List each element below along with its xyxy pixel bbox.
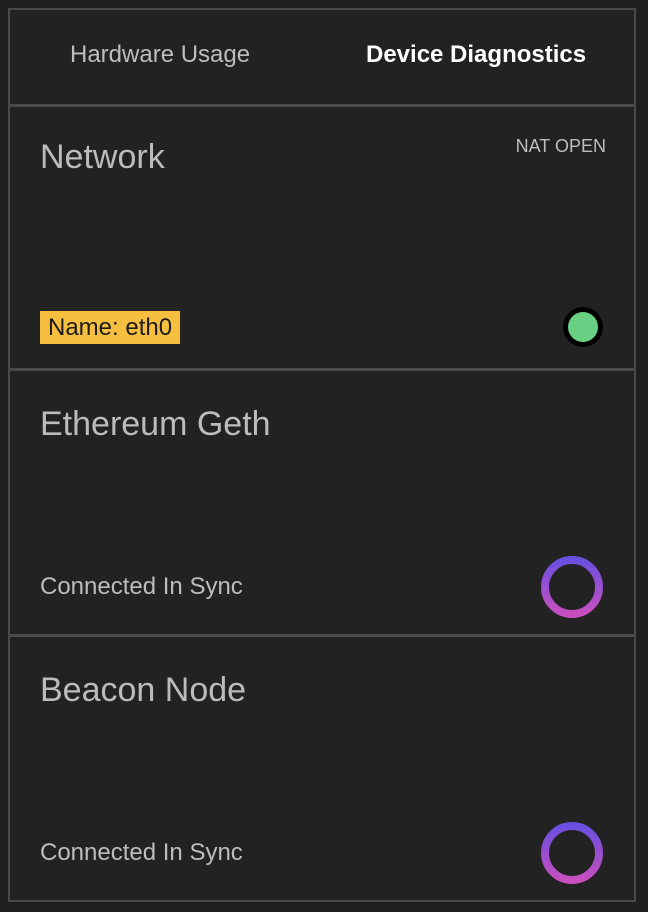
network-title: Network	[40, 138, 165, 176]
beacon-status: Connected In Sync	[40, 839, 243, 866]
interface-name-badge: Name: eth0	[40, 311, 181, 344]
beacon-title: Beacon Node	[40, 671, 247, 709]
network-status-indicator	[563, 307, 603, 347]
geth-title: Ethereum Geth	[40, 405, 271, 443]
nat-status: NAT OPEN	[515, 136, 606, 156]
network-card: Network NAT OPEN Name: eth0	[10, 107, 636, 371]
beacon-sync-ring-icon	[541, 822, 603, 884]
beacon-card: Beacon Node Connected In Sync	[10, 640, 636, 902]
geth-status: Connected In Sync	[40, 573, 243, 600]
tab-device-diagnostics[interactable]: Device Diagnostics	[366, 40, 586, 70]
tab-hardware-usage[interactable]: Hardware Usage	[70, 40, 250, 70]
geth-sync-ring-icon	[541, 556, 603, 618]
diagnostics-panel: Hardware Usage Device Diagnostics Networ…	[8, 8, 636, 902]
geth-card: Ethereum Geth Connected In Sync	[10, 374, 636, 637]
tab-bar: Hardware Usage Device Diagnostics	[10, 10, 636, 107]
